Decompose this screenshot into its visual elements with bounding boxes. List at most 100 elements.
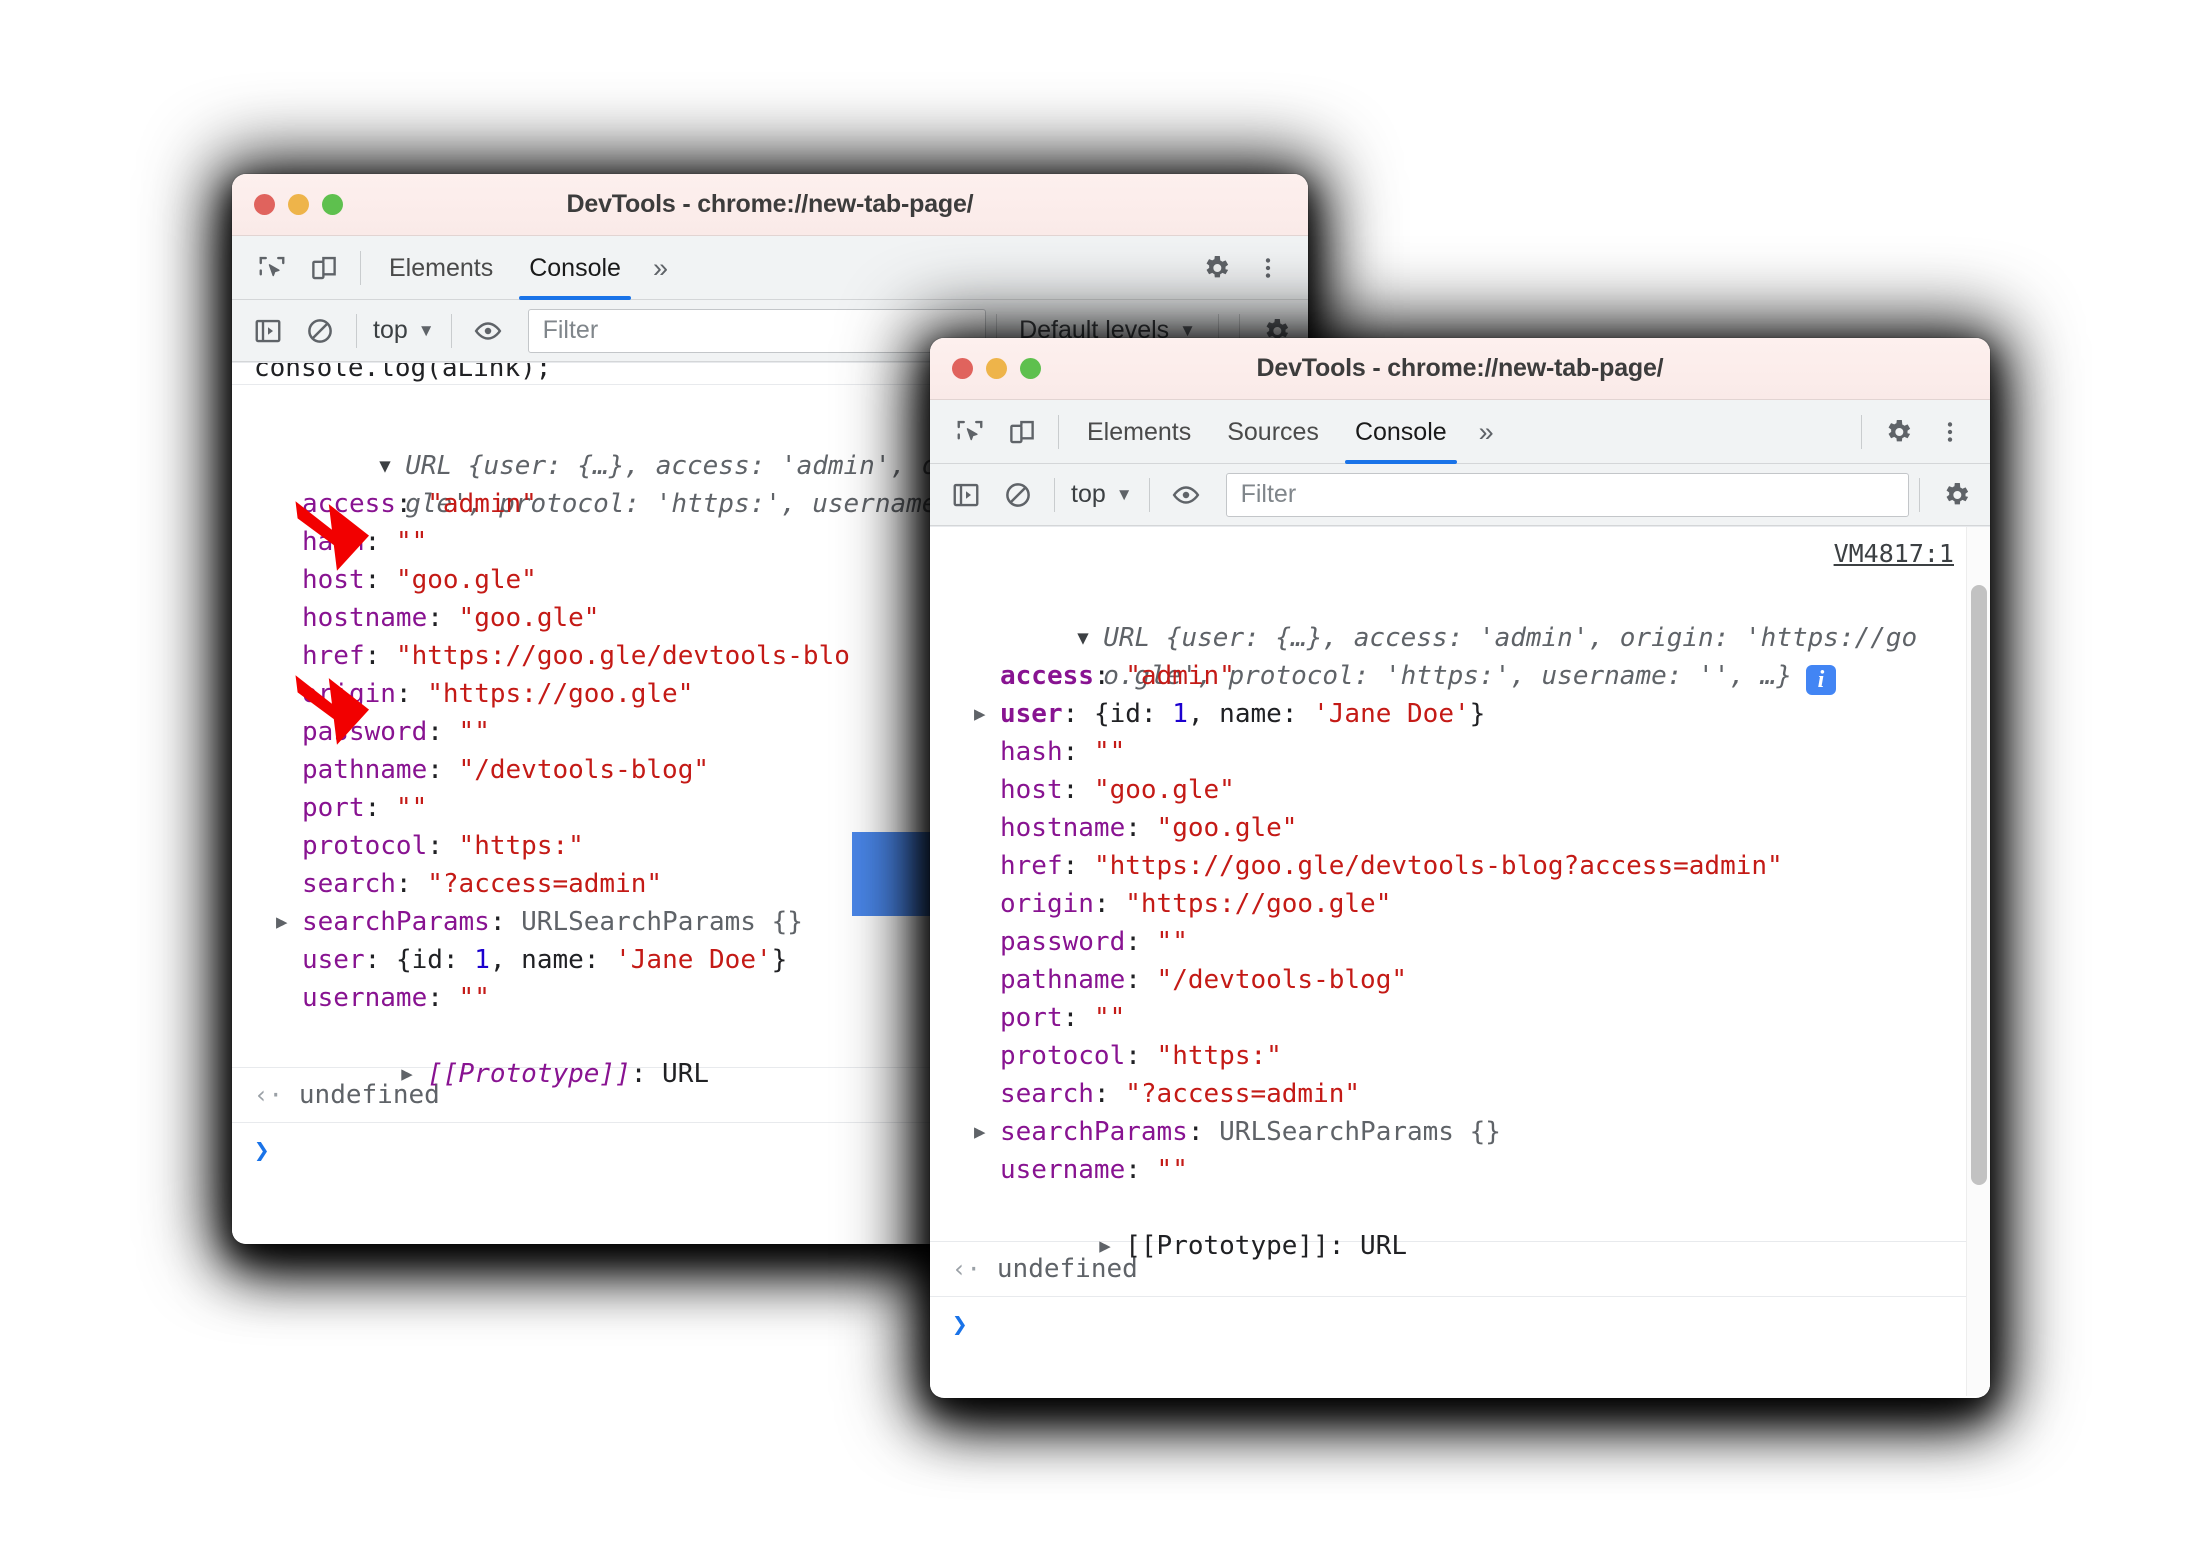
property-colon: : bbox=[395, 869, 428, 899]
zoom-button[interactable] bbox=[322, 194, 343, 215]
property-colon: : bbox=[395, 679, 428, 709]
property-key: protocol bbox=[302, 831, 428, 861]
console-prompt-row[interactable]: ❯ bbox=[930, 1297, 1990, 1353]
property-colon: : bbox=[1125, 927, 1157, 957]
object-property-row[interactable]: password: "" bbox=[952, 923, 1960, 961]
property-value: {id: 1, name: 'Jane Doe'} bbox=[1093, 699, 1486, 729]
object-property-row[interactable]: host: "goo.gle" bbox=[952, 771, 1960, 809]
console-message-url-object[interactable]: ▼ URL {user: {…}, access: 'admin', origin… bbox=[930, 527, 1990, 1261]
property-value: "?access=admin" bbox=[1125, 1079, 1361, 1109]
property-value: "" bbox=[1093, 737, 1126, 767]
more-tabs-icon[interactable]: » bbox=[639, 236, 682, 300]
info-badge-icon[interactable]: i bbox=[1805, 665, 1836, 695]
property-value: "" bbox=[1156, 927, 1188, 957]
property-colon: : bbox=[1093, 661, 1126, 691]
property-indent-spacer bbox=[276, 789, 302, 827]
minimize-button[interactable] bbox=[288, 194, 309, 215]
console-sidebar-toggle-icon[interactable] bbox=[940, 469, 992, 521]
gear-icon[interactable] bbox=[1190, 242, 1242, 294]
inspect-element-icon[interactable] bbox=[944, 406, 996, 458]
object-property-row[interactable]: ▶ user: {id: 1, name: 'Jane Doe'} bbox=[952, 695, 1960, 733]
toolbar-divider bbox=[1148, 477, 1150, 512]
expand-triangle-icon[interactable]: ▶ bbox=[974, 695, 1000, 733]
property-key: href bbox=[1000, 851, 1063, 881]
object-property-row[interactable]: href: "https://goo.gle/devtools-blog?acc… bbox=[952, 847, 1960, 885]
property-value: URLSearchParams {} bbox=[521, 907, 803, 937]
devtools-tabstrip[interactable]: Elements Console » bbox=[232, 236, 1308, 300]
devtools-tabstrip[interactable]: Elements Sources Console » bbox=[930, 400, 1990, 464]
property-indent-spacer bbox=[276, 941, 302, 979]
filter-input[interactable]: Filter bbox=[1225, 472, 1909, 517]
titlebar[interactable]: DevTools - chrome://new-tab-page/ bbox=[930, 338, 1990, 400]
property-key: port bbox=[1000, 1003, 1063, 1033]
execution-context-selector[interactable]: top ▼ bbox=[367, 316, 441, 345]
property-indent-spacer bbox=[974, 885, 1000, 923]
property-indent-spacer bbox=[276, 751, 302, 789]
object-property-row[interactable]: port: "" bbox=[952, 999, 1960, 1037]
property-colon: : bbox=[1125, 813, 1157, 843]
tab-console[interactable]: Console bbox=[1337, 400, 1465, 464]
object-property-row[interactable]: protocol: "https:" bbox=[952, 1037, 1960, 1075]
expand-triangle-icon[interactable]: ▶ bbox=[401, 1055, 427, 1093]
object-property-row[interactable]: hash: "" bbox=[952, 733, 1960, 771]
device-toolbar-icon[interactable] bbox=[996, 406, 1048, 458]
console-settings-gear-icon[interactable] bbox=[1930, 469, 1982, 521]
execution-context-selector[interactable]: top ▼ bbox=[1065, 480, 1139, 509]
clear-console-icon[interactable] bbox=[992, 469, 1044, 521]
minimize-button[interactable] bbox=[986, 358, 1007, 379]
console-filter-toolbar[interactable]: top ▼ Filter bbox=[930, 464, 1990, 526]
property-value: "https://goo.gle" bbox=[427, 679, 694, 709]
property-value: "https:" bbox=[458, 831, 584, 861]
tab-elements[interactable]: Elements bbox=[371, 236, 511, 300]
console-sidebar-toggle-icon[interactable] bbox=[242, 305, 294, 357]
object-property-list[interactable]: access: "admin" ▶ user: {id: 1, name: 'Jan… bbox=[952, 657, 1960, 1189]
device-toolbar-icon[interactable] bbox=[298, 242, 350, 294]
titlebar[interactable]: DevTools - chrome://new-tab-page/ bbox=[232, 174, 1308, 236]
property-value: "?access=admin" bbox=[427, 869, 663, 899]
inspect-element-icon[interactable] bbox=[246, 242, 298, 294]
object-property-row[interactable]: ▶ searchParams: URLSearchParams {} bbox=[952, 1113, 1960, 1151]
object-preview-line-1[interactable]: ▼ URL {user: {…}, access: 'admin', origin… bbox=[952, 581, 1960, 653]
property-key: access bbox=[1000, 661, 1094, 691]
more-tabs-icon[interactable]: » bbox=[1465, 400, 1508, 464]
devtools-window-after[interactable]: DevTools - chrome://new-tab-page/ Elemen… bbox=[930, 338, 1990, 1398]
close-button[interactable] bbox=[952, 358, 973, 379]
tab-elements[interactable]: Elements bbox=[1069, 400, 1209, 464]
prototype-row[interactable]: ▶ [[Prototype]]: URL bbox=[952, 1189, 1960, 1261]
object-property-row[interactable]: origin: "https://goo.gle" bbox=[952, 885, 1960, 923]
tab-sources[interactable]: Sources bbox=[1209, 400, 1337, 464]
zoom-button[interactable] bbox=[1020, 358, 1041, 379]
property-indent-spacer bbox=[276, 561, 302, 599]
expand-triangle-icon[interactable]: ▶ bbox=[276, 903, 302, 941]
object-property-row[interactable]: username: "" bbox=[952, 1151, 1960, 1189]
object-property-row[interactable]: hostname: "goo.gle" bbox=[952, 809, 1960, 847]
traffic-lights[interactable] bbox=[930, 358, 1041, 379]
expand-triangle-icon[interactable]: ▶ bbox=[974, 1113, 1000, 1151]
property-key: username bbox=[302, 983, 428, 1013]
property-indent-spacer bbox=[276, 865, 302, 903]
expand-triangle-icon[interactable]: ▼ bbox=[1077, 619, 1103, 657]
property-value: "goo.gle" bbox=[458, 603, 600, 633]
live-expression-eye-icon[interactable] bbox=[462, 305, 514, 357]
property-indent-spacer bbox=[974, 1075, 1000, 1113]
object-property-row[interactable]: pathname: "/devtools-blog" bbox=[952, 961, 1960, 999]
close-button[interactable] bbox=[254, 194, 275, 215]
property-value: "/devtools-blog" bbox=[1156, 965, 1407, 995]
filter-input[interactable]: Filter bbox=[527, 308, 987, 353]
more-options-icon[interactable] bbox=[1924, 406, 1976, 458]
more-options-icon[interactable] bbox=[1242, 242, 1294, 294]
console-output-after[interactable]: VM4817:1 ▼ URL {user: {…}, access: 'admin… bbox=[930, 526, 1990, 1396]
expand-triangle-icon[interactable]: ▼ bbox=[379, 447, 405, 485]
property-colon: : bbox=[427, 831, 459, 861]
clear-console-icon[interactable] bbox=[294, 305, 346, 357]
traffic-lights[interactable] bbox=[232, 194, 343, 215]
property-value: "goo.gle" bbox=[395, 565, 537, 595]
property-colon: : bbox=[364, 565, 396, 595]
expand-triangle-icon[interactable]: ▶ bbox=[1099, 1227, 1125, 1265]
property-colon: : bbox=[364, 793, 396, 823]
object-property-row[interactable]: search: "?access=admin" bbox=[952, 1075, 1960, 1113]
property-value: {id: 1, name: 'Jane Doe'} bbox=[395, 945, 788, 975]
live-expression-eye-icon[interactable] bbox=[1160, 469, 1212, 521]
tab-console[interactable]: Console bbox=[511, 236, 639, 300]
gear-icon[interactable] bbox=[1872, 406, 1924, 458]
